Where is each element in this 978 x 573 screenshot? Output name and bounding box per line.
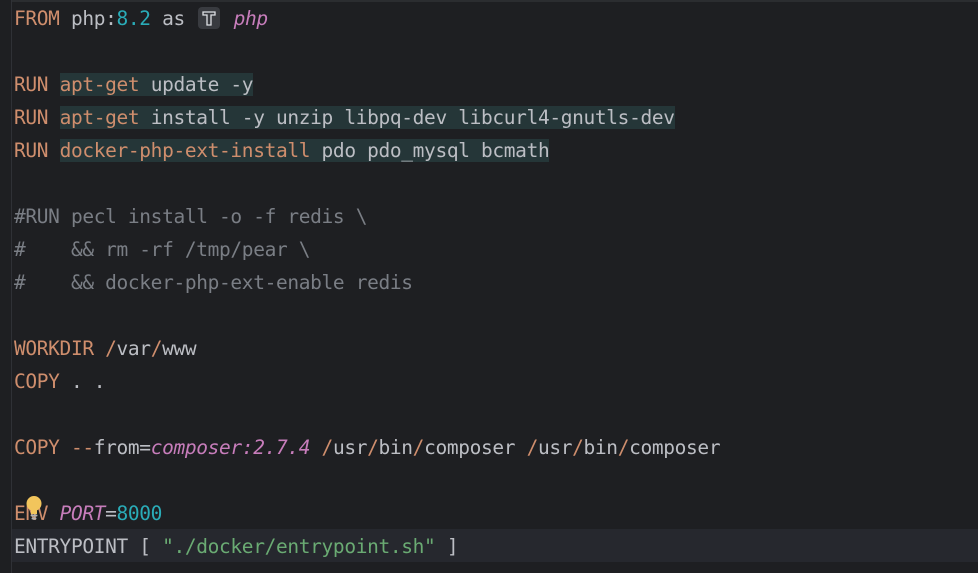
as-keyword: as (162, 7, 185, 30)
flag-name: from (93, 436, 140, 459)
hammer-icon[interactable] (198, 7, 221, 29)
keyword: RUN (14, 139, 49, 162)
code-line-run-install[interactable]: RUN apt-get install -y unzip libpq-dev l… (14, 101, 675, 134)
path-segment: usr (332, 436, 368, 459)
comment-line[interactable]: # && rm -rf /tmp/pear \ (14, 233, 310, 266)
image-tag: 8.2 (116, 7, 152, 30)
arguments: . . (70, 370, 106, 393)
command: docker-php-ext-install (59, 139, 311, 162)
bracket-close: ] (446, 535, 459, 558)
path-separator: / (150, 337, 163, 360)
stage-alias: php (233, 7, 269, 30)
command: apt-get (59, 73, 140, 96)
env-variable: PORT (59, 502, 106, 525)
code-editor[interactable]: FROM php:8.2 as php RUN apt-get update -… (0, 0, 978, 573)
path-segment: composer (629, 436, 721, 459)
arguments: update -y (150, 73, 254, 96)
comment-line[interactable]: #RUN pecl install -o -f redis \ (14, 200, 367, 233)
equals-sign: = (139, 436, 151, 459)
keyword: ENTRYPOINT (14, 535, 128, 558)
keyword: RUN (14, 106, 49, 129)
gutter-divider (11, 0, 12, 573)
path-segment: usr (537, 436, 573, 459)
command: apt-get (59, 106, 140, 129)
image-name: php: (70, 7, 117, 30)
path-segment: composer (424, 436, 516, 459)
code-line-workdir[interactable]: WORKDIR /var/www (14, 332, 197, 365)
code-line-from[interactable]: FROM php:8.2 as php (14, 2, 268, 35)
code-line-copy-from[interactable]: COPY --from=composer:2.7.4 /usr/bin/comp… (14, 431, 721, 464)
code-line-run-ext-install[interactable]: RUN docker-php-ext-install pdo pdo_mysql… (14, 134, 550, 167)
bracket-open: [ (139, 535, 151, 558)
path-segment: var (116, 337, 152, 360)
code-line-copy[interactable]: COPY . . (14, 365, 105, 398)
keyword: RUN (14, 73, 49, 96)
code-line-entrypoint[interactable]: ENTRYPOINT [ "./docker/entrypoint.sh" ] (14, 530, 459, 563)
path-separator: / (321, 436, 334, 459)
flag-dashes: -- (70, 436, 94, 459)
keyword: WORKDIR (14, 337, 94, 360)
lightbulb-icon[interactable] (25, 495, 43, 521)
keyword: FROM (14, 7, 60, 30)
keyword: COPY (14, 436, 60, 459)
env-value: 8000 (116, 502, 163, 525)
path-separator: / (526, 436, 539, 459)
code-line-run-update[interactable]: RUN apt-get update -y (14, 68, 254, 101)
path-separator: / (367, 436, 379, 459)
keyword: COPY (14, 370, 60, 393)
path-separator: / (412, 436, 425, 459)
source-image: composer:2.7.4 (150, 436, 311, 459)
path-segment: www (162, 337, 197, 360)
path-separator: / (105, 337, 117, 360)
path-segment: bin (378, 436, 414, 459)
path-separator: / (572, 436, 584, 459)
path-segment: bin (583, 436, 619, 459)
string-literal: "./docker/entrypoint.sh" (162, 535, 436, 558)
comment-line[interactable]: # && docker-php-ext-enable redis (14, 266, 413, 299)
arguments: install -y unzip libpq-dev libcurl4-gnut… (150, 106, 675, 129)
equals-sign: = (105, 502, 117, 525)
arguments: pdo pdo_mysql bcmath (321, 139, 550, 162)
path-separator: / (617, 436, 630, 459)
